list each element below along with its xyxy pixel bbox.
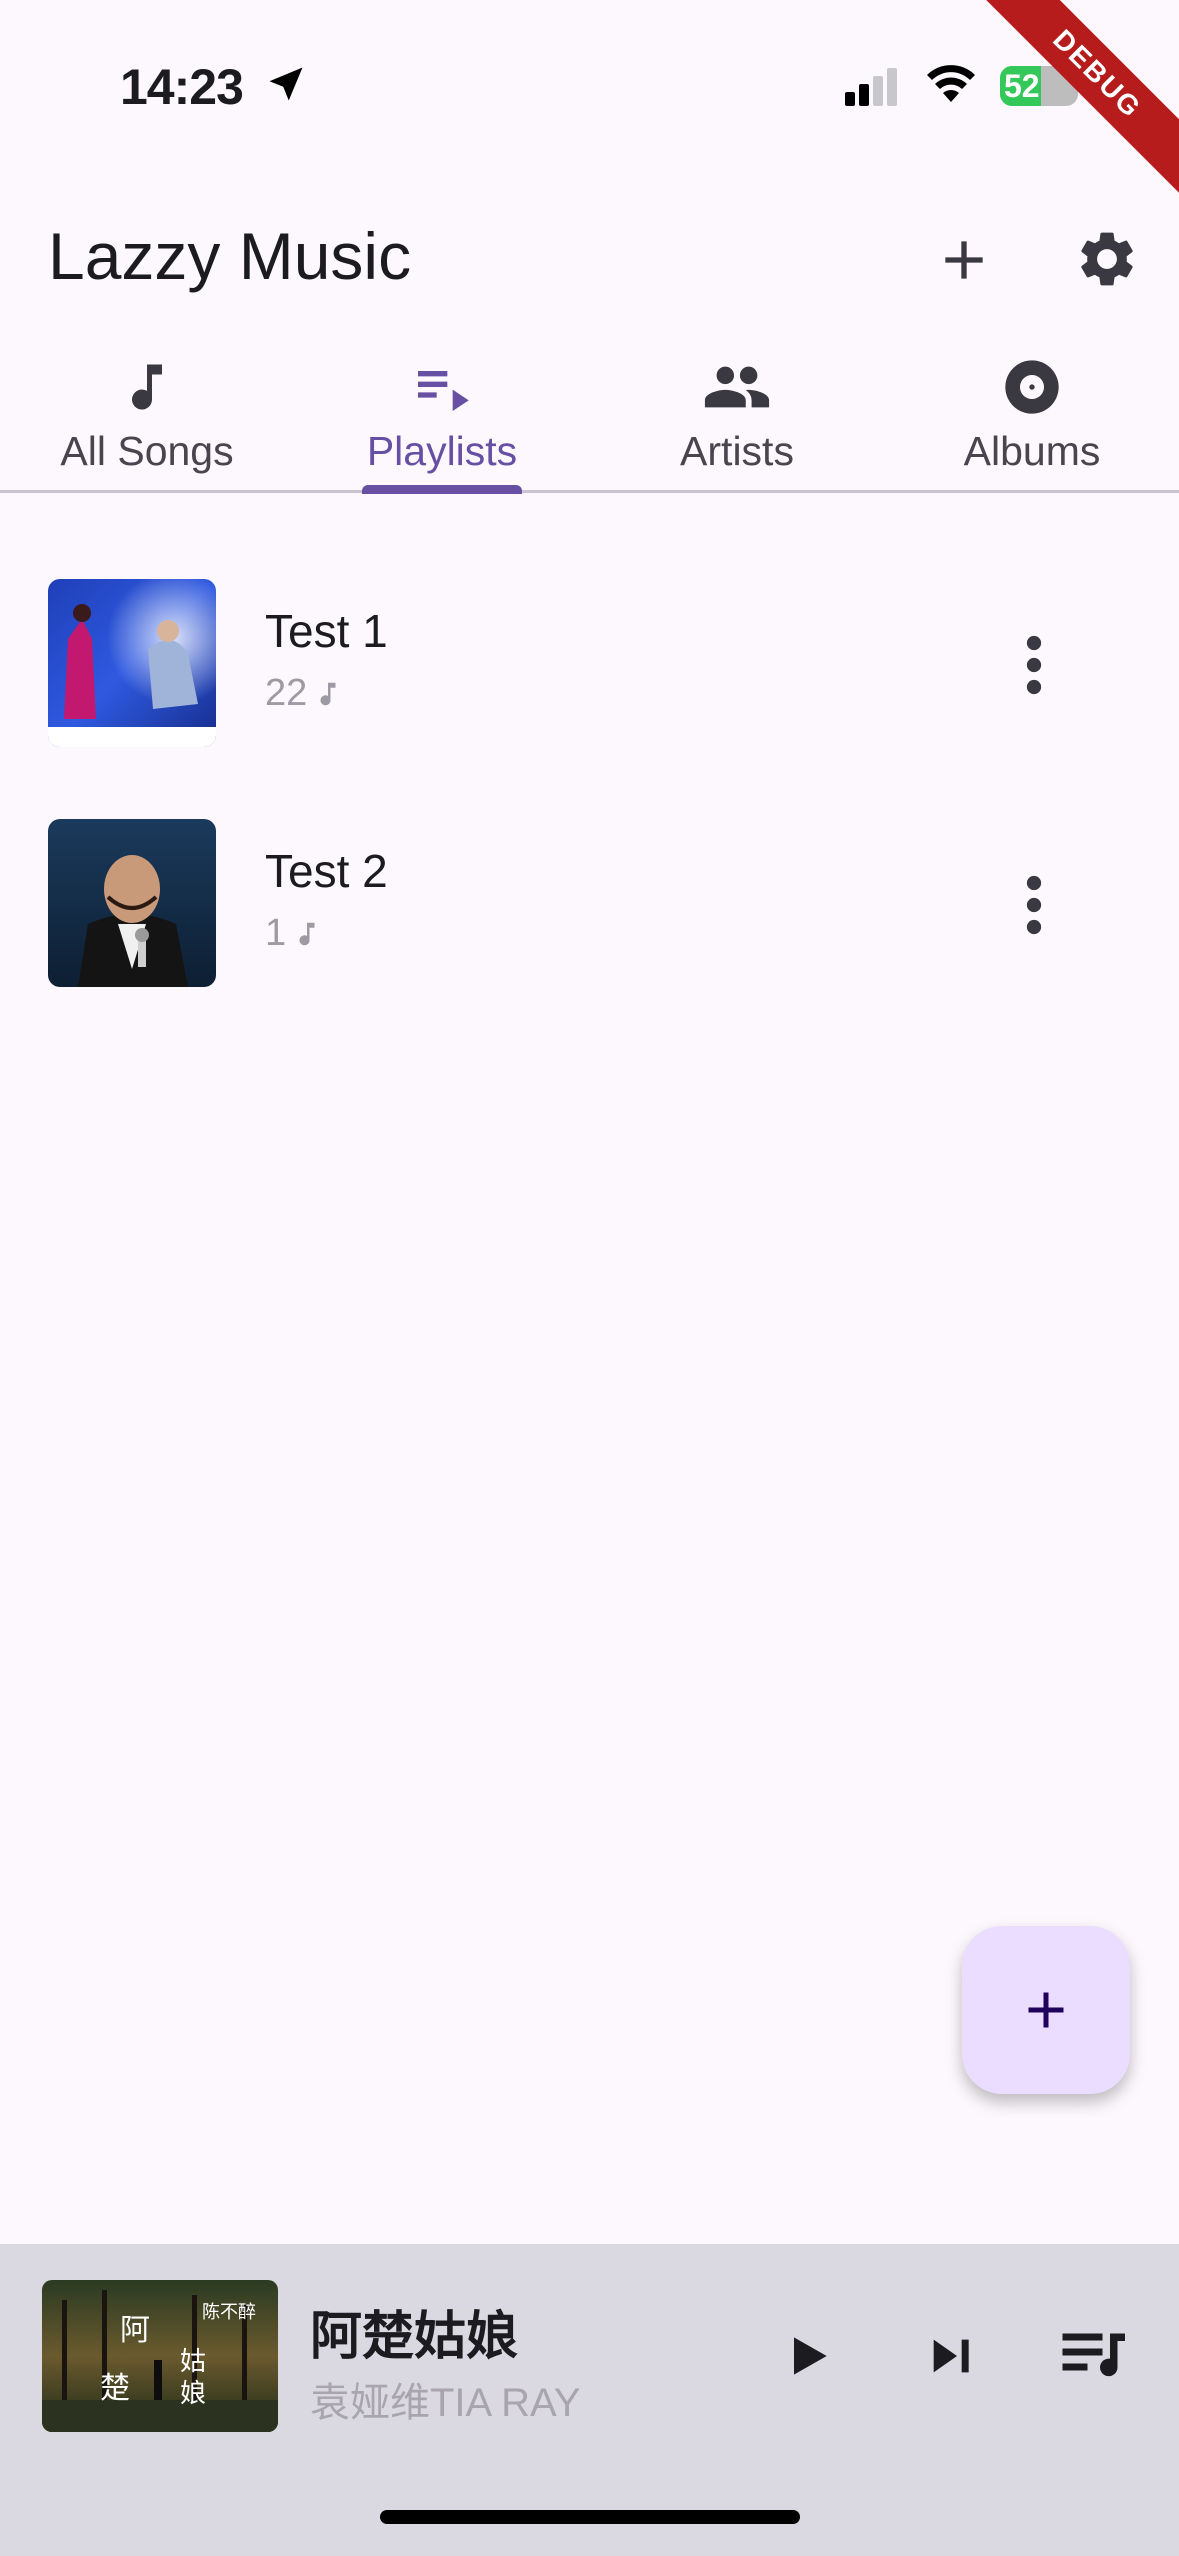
tab-artists[interactable]: Artists xyxy=(590,340,884,490)
music-note-small-icon xyxy=(299,922,315,945)
more-vert-icon[interactable] xyxy=(1012,630,1056,700)
tab-bar: All Songs Playlists Artists Albums xyxy=(0,340,1179,494)
cover-text-4: 娘 xyxy=(180,2379,206,2409)
playlist-name: Test 2 xyxy=(265,845,388,897)
song-count-value: 1 xyxy=(265,912,287,954)
cover-text-2: 楚 xyxy=(100,2371,130,2406)
playlist-cover-image xyxy=(48,579,216,747)
tab-playlists[interactable]: Playlists xyxy=(295,340,589,490)
home-indicator xyxy=(380,2510,800,2524)
playlist-song-count: 22 xyxy=(265,672,343,715)
add-playlist-fab[interactable] xyxy=(962,1926,1130,2094)
cover-text-5: 陈不醉 xyxy=(202,2302,256,2323)
tab-label: Artists xyxy=(680,428,794,474)
song-count-value: 22 xyxy=(265,672,308,714)
playlist-item[interactable]: Test 2 1 xyxy=(0,792,1179,1012)
cover-text-3: 姑 xyxy=(180,2347,206,2377)
playlist-cover-image xyxy=(48,819,216,987)
wifi-icon xyxy=(927,65,975,102)
playlist-name: Test 1 xyxy=(265,605,388,657)
skip-next-icon[interactable] xyxy=(922,2328,978,2384)
now-playing-artist: 袁娅维TIA RAY xyxy=(310,2381,581,2425)
location-arrow-icon xyxy=(269,67,303,101)
now-playing-title: 阿楚姑娘 xyxy=(310,2308,519,2366)
album-icon xyxy=(1005,360,1059,414)
status-bar: 14:23 52 DEBUG xyxy=(0,0,1179,206)
tab-label: All Songs xyxy=(60,428,234,474)
tab-albums[interactable]: Albums xyxy=(885,340,1179,490)
playlist-song-count: 1 xyxy=(265,912,322,955)
add-icon xyxy=(1028,1992,1064,2028)
music-note-small-icon xyxy=(320,682,336,705)
queue-music-icon[interactable] xyxy=(1060,2328,1130,2384)
people-icon xyxy=(704,366,770,408)
settings-gear-icon[interactable] xyxy=(1074,226,1140,292)
music-note-icon xyxy=(132,364,162,410)
playlist-item[interactable]: Test 1 22 xyxy=(0,552,1179,772)
tab-all-songs[interactable]: All Songs xyxy=(0,340,294,490)
status-time: 14:23 xyxy=(120,59,244,115)
tab-label: Albums xyxy=(963,428,1101,474)
app-title: Lazzy Music xyxy=(48,219,412,293)
now-playing-cover-image: 阿 楚 姑 娘 陈不醉 xyxy=(42,2280,278,2432)
mini-player[interactable]: 阿 楚 姑 娘 陈不醉 阿楚姑娘 袁娅维TIA RAY xyxy=(0,2244,1179,2556)
more-vert-icon[interactable] xyxy=(1012,870,1056,940)
tab-indicator xyxy=(362,485,522,494)
play-icon[interactable] xyxy=(780,2326,836,2386)
playlist-play-icon xyxy=(418,371,469,411)
add-icon[interactable] xyxy=(932,228,996,292)
tab-label: Playlists xyxy=(366,428,518,474)
cover-text-1: 阿 xyxy=(120,2313,150,2348)
cellular-signal-icon xyxy=(845,68,897,106)
